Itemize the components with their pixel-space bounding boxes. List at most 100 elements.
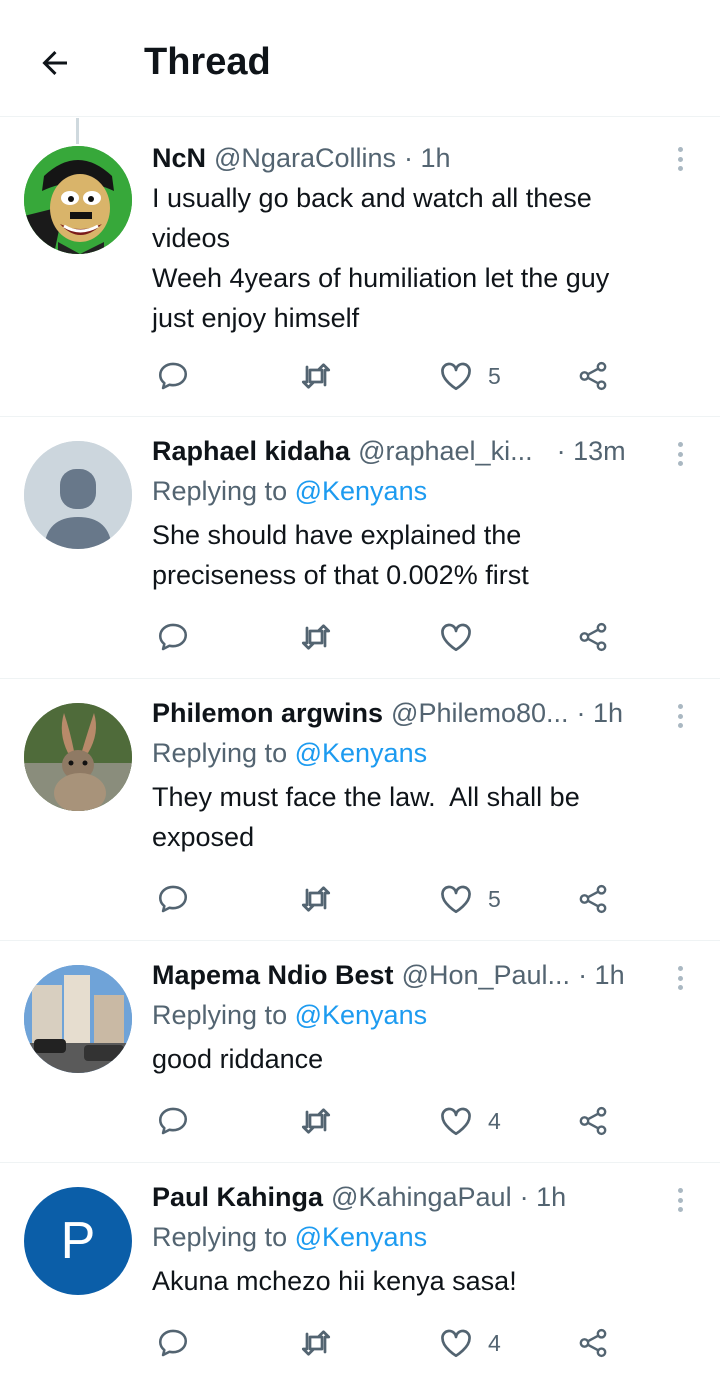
more-options-button[interactable] — [668, 1185, 692, 1215]
share-button[interactable] — [576, 356, 610, 396]
reply-button[interactable] — [156, 617, 204, 657]
more-options-button[interactable] — [668, 963, 692, 993]
hare-photo-avatar-image — [24, 703, 132, 811]
reply-button[interactable] — [156, 356, 204, 396]
share-button[interactable] — [576, 879, 610, 919]
avatar[interactable] — [24, 441, 132, 549]
reply-icon — [158, 885, 188, 913]
author-handle[interactable]: @Philemo80... — [391, 695, 569, 731]
heart-icon — [441, 885, 471, 914]
share-icon — [579, 1106, 607, 1136]
tweet-text: They must face the law. All shall be exp… — [152, 777, 670, 857]
timestamp[interactable]: · 1h — [520, 1179, 567, 1215]
retweet-icon — [301, 1330, 331, 1356]
back-button[interactable] — [30, 38, 80, 88]
author-name[interactable]: Mapema Ndio Best — [152, 957, 394, 993]
avatar-initial: P — [60, 1212, 96, 1270]
mention-link[interactable]: @Kenyans — [295, 476, 427, 506]
share-button[interactable] — [576, 1101, 610, 1141]
replying-to: Replying to @Kenyans — [152, 1219, 670, 1255]
tweet-actions — [152, 617, 632, 657]
tweet-content: Philemon argwins @Philemo80... · 1h Repl… — [152, 695, 670, 857]
like-count: 5 — [488, 362, 501, 389]
timestamp[interactable]: · 13m — [557, 433, 626, 469]
author-handle[interactable]: @NgaraCollins — [214, 140, 396, 176]
author-name[interactable]: Raphael kidaha — [152, 433, 350, 469]
retweet-button[interactable] — [298, 1323, 348, 1363]
replying-to-label: Replying to — [152, 476, 288, 506]
tweet-actions: 5 — [152, 879, 632, 919]
city-photo-avatar-image — [24, 965, 132, 1073]
tweet-text-line: Weeh 4years of humiliation let the guy — [152, 263, 610, 293]
retweet-button[interactable] — [298, 879, 348, 919]
tweet[interactable]: Philemon argwins @Philemo80... · 1h Repl… — [0, 679, 720, 941]
share-icon — [579, 622, 607, 652]
author-handle[interactable]: @raphael_ki... — [358, 433, 533, 469]
more-options-button[interactable] — [668, 701, 692, 731]
share-icon — [579, 1328, 607, 1358]
share-button[interactable] — [576, 617, 610, 657]
retweet-icon — [301, 624, 331, 650]
author-name[interactable]: NcN — [152, 140, 206, 176]
tweet-header: Raphael kidaha @raphael_ki... · 13m — [152, 433, 670, 469]
retweet-icon — [301, 886, 331, 912]
tweet-text-line: She should have explained the — [152, 520, 522, 550]
share-button[interactable] — [576, 1323, 610, 1363]
default-person-avatar-image — [24, 441, 132, 549]
tweet[interactable]: Raphael kidaha @raphael_ki... · 13m Repl… — [0, 417, 720, 679]
share-icon — [579, 361, 607, 391]
mention-link[interactable]: @Kenyans — [295, 1000, 427, 1030]
tweet-content: Mapema Ndio Best @Hon_Paul... · 1h Reply… — [152, 957, 670, 1079]
tweet-actions: 5 — [152, 356, 632, 396]
like-button[interactable] — [438, 617, 488, 657]
retweet-button[interactable] — [298, 356, 348, 396]
avatar[interactable] — [24, 703, 132, 811]
like-button[interactable]: 5 — [438, 356, 501, 396]
reply-button[interactable] — [156, 1101, 204, 1141]
tweet-text-line: exposed — [152, 822, 255, 852]
share-icon — [579, 884, 607, 914]
retweet-button[interactable] — [298, 617, 348, 657]
tweet[interactable]: Mapema Ndio Best @Hon_Paul... · 1h Reply… — [0, 941, 720, 1163]
tweet[interactable]: NcN @NgaraCollins · 1h I usually go back… — [0, 118, 720, 417]
reply-icon — [158, 1107, 188, 1135]
replying-to-label: Replying to — [152, 738, 288, 768]
reply-button[interactable] — [156, 1323, 204, 1363]
reply-button[interactable] — [156, 879, 204, 919]
retweet-icon — [301, 1108, 331, 1134]
heart-icon — [441, 362, 471, 391]
like-button[interactable]: 5 — [438, 879, 501, 919]
author-handle[interactable]: @KahingaPaul — [331, 1179, 512, 1215]
like-button[interactable]: 4 — [438, 1323, 501, 1363]
mention-link[interactable]: @Kenyans — [295, 738, 427, 768]
author-name[interactable]: Philemon argwins — [152, 695, 383, 731]
tweet-text-line: Akuna mchezo hii kenya sasa! — [152, 1266, 517, 1296]
timestamp[interactable]: · 1h — [577, 695, 624, 731]
mention-link[interactable]: @Kenyans — [295, 1222, 427, 1252]
tweet-text-line: just enjoy himself — [152, 303, 360, 333]
avatar[interactable] — [24, 146, 132, 254]
tweet-header: NcN @NgaraCollins · 1h — [152, 140, 670, 176]
replying-to: Replying to @Kenyans — [152, 997, 670, 1033]
tweet-text: Akuna mchezo hii kenya sasa! — [152, 1261, 670, 1301]
avatar[interactable] — [24, 965, 132, 1073]
heart-icon — [441, 1329, 471, 1358]
timestamp[interactable]: · 1h — [578, 957, 625, 993]
more-options-button[interactable] — [668, 144, 692, 174]
tweet-text-line: I usually go back and watch all these — [152, 183, 592, 213]
heart-icon — [441, 1107, 471, 1136]
tweet-content: Paul Kahinga @KahingaPaul · 1h Replying … — [152, 1179, 670, 1301]
timestamp[interactable]: · 1h — [404, 140, 451, 176]
reply-icon — [158, 1329, 188, 1357]
tweet-actions: 4 — [152, 1101, 632, 1141]
like-button[interactable]: 4 — [438, 1101, 501, 1141]
tweet[interactable]: P Paul Kahinga @KahingaPaul · 1h Replyin… — [0, 1163, 720, 1376]
avatar[interactable]: P — [24, 1187, 132, 1295]
top-bar: Thread — [0, 0, 720, 117]
tweet-text: good riddance — [152, 1039, 670, 1079]
author-name[interactable]: Paul Kahinga — [152, 1179, 323, 1215]
more-options-button[interactable] — [668, 439, 692, 469]
author-handle[interactable]: @Hon_Paul... — [402, 957, 571, 993]
replying-to-label: Replying to — [152, 1222, 288, 1252]
retweet-button[interactable] — [298, 1101, 348, 1141]
